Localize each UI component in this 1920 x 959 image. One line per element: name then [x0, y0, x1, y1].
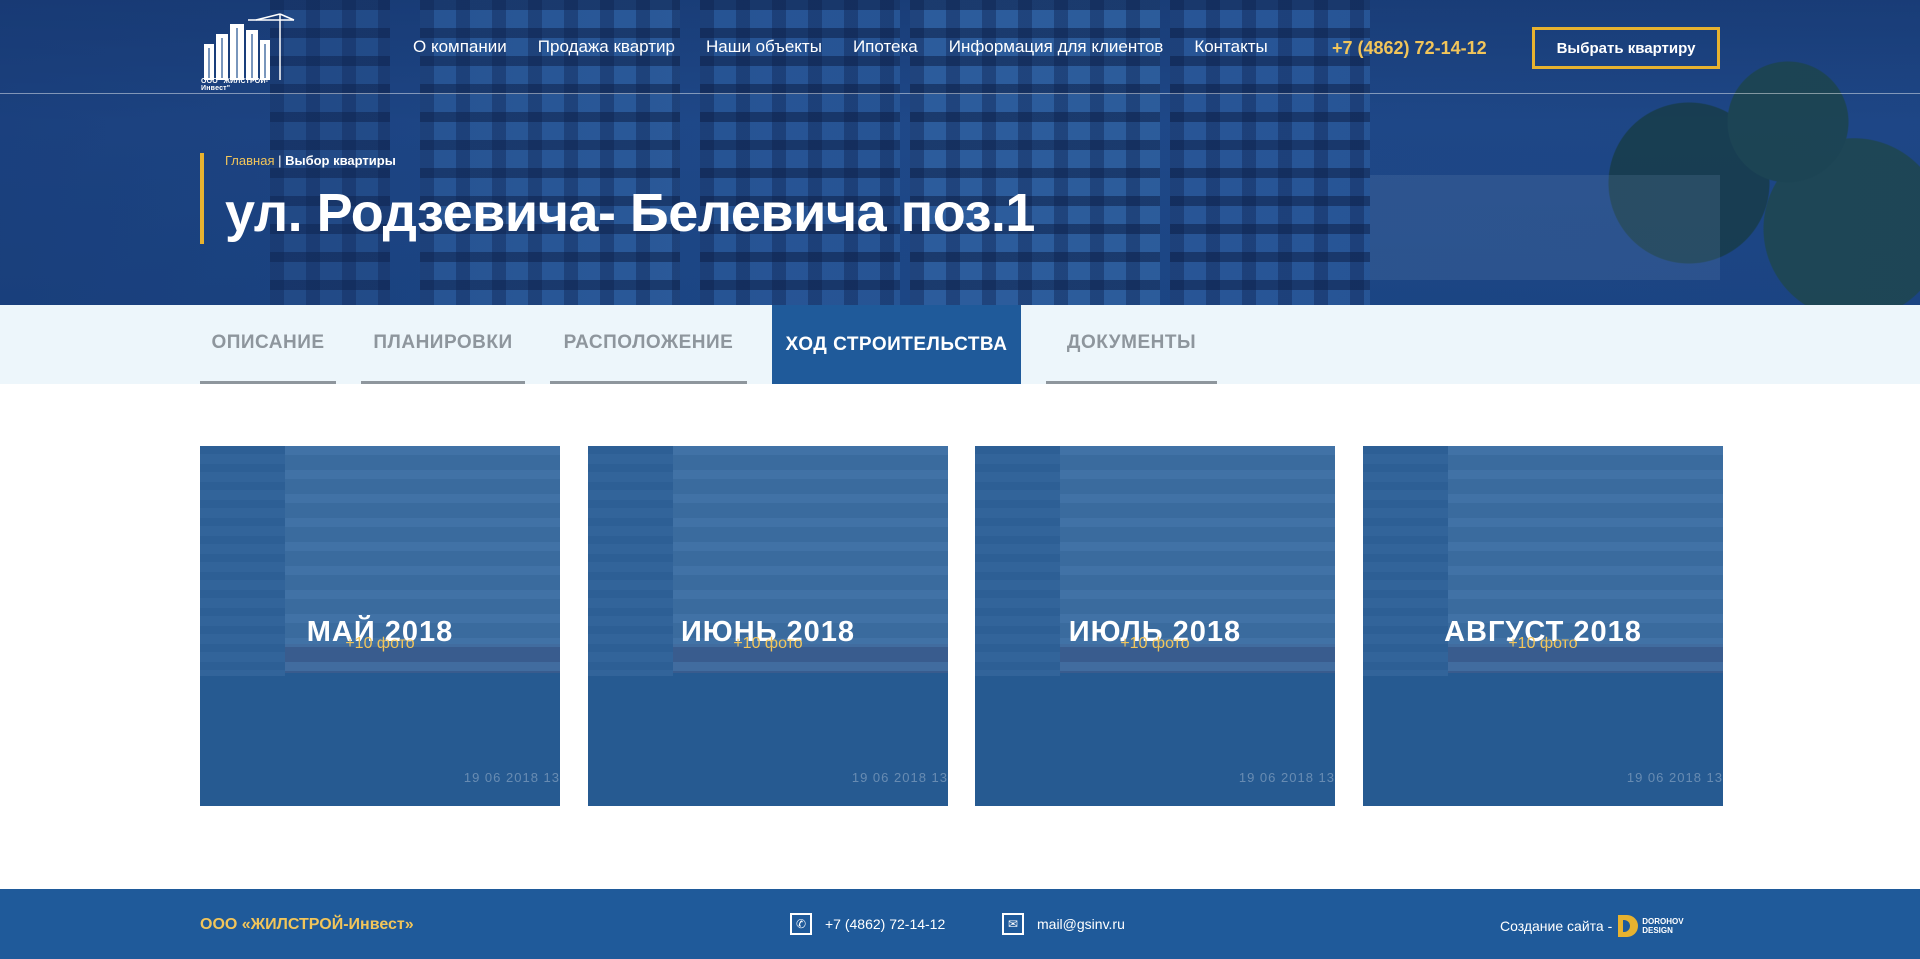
buildings-logo-icon — [204, 13, 295, 80]
site-footer: ООО «ЖИЛСТРОЙ-Инвест» ✆ +7 (4862) 72-14-… — [0, 889, 1920, 959]
gallery-card-photo-count: +10 фото — [345, 635, 415, 652]
breadcrumb-current: Выбор квартиры — [285, 153, 396, 168]
logo-caption: ООО "ЖИЛСТРОЙ-Инвест" — [201, 78, 269, 92]
breadcrumb: Главная | Выбор квартиры — [225, 153, 1035, 168]
tab-layouts[interactable]: ПЛАНИРОВКИ — [361, 305, 525, 384]
page-heading: Главная | Выбор квартиры ул. Родзевича- … — [200, 153, 1035, 244]
gallery-card-photo-count: +10 фото — [1120, 635, 1190, 652]
gallery-card-july[interactable]: ИЮЛЬ 2018 19 06 2018 13 — [975, 446, 1335, 806]
dorohov-logo-icon — [1618, 915, 1639, 937]
nav-item-about[interactable]: О компании — [413, 37, 507, 57]
nav-item-mortgage[interactable]: Ипотека — [853, 37, 918, 57]
site-header: ООО "ЖИЛСТРОЙ-Инвест" О компании Продажа… — [0, 0, 1920, 94]
photo-date-stamp: 19 06 2018 13 — [851, 770, 948, 785]
site-credit[interactable]: Создание сайта - DOROHOV DESIGN — [1500, 915, 1684, 937]
tab-documents[interactable]: ДОКУМЕНТЫ — [1046, 305, 1217, 384]
gallery-card-june[interactable]: ИЮНЬ 2018 19 06 2018 13 — [588, 446, 948, 806]
mail-icon: ✉ — [1002, 913, 1024, 935]
nav-item-contacts[interactable]: Контакты — [1194, 37, 1267, 57]
page-title: ул. Родзевича- Белевича поз.1 — [225, 183, 1035, 243]
photo-date-stamp: 19 06 2018 13 — [463, 770, 560, 785]
gallery-card-photo-count: +10 фото — [1508, 635, 1578, 652]
studio-name-line1: DOROHOV — [1642, 917, 1684, 926]
credit-text: Создание сайта - — [1500, 918, 1613, 934]
photo-date-stamp: 19 06 2018 13 — [1238, 770, 1335, 785]
nav-item-client-info[interactable]: Информация для клиентов — [949, 37, 1164, 57]
footer-company-name: ООО «ЖИЛСТРОЙ-Инвест» — [200, 916, 414, 933]
nav-item-projects[interactable]: Наши объекты — [706, 37, 822, 57]
breadcrumb-home-link[interactable]: Главная — [225, 153, 274, 168]
tab-location[interactable]: РАСПОЛОЖЕНИЕ — [550, 305, 747, 384]
tab-construction-progress[interactable]: ХОД СТРОИТЕЛЬСТВА — [772, 305, 1021, 384]
hero-banner: ООО "ЖИЛСТРОЙ-Инвест" О компании Продажа… — [0, 0, 1920, 305]
gallery-card-may[interactable]: МАЙ 2018 19 06 2018 13 — [200, 446, 560, 806]
footer-email[interactable]: ✉ mail@gsinv.ru — [1002, 913, 1125, 935]
tabs-bar: ОПИСАНИЕ ПЛАНИРОВКИ РАСПОЛОЖЕНИЕ ХОД СТР… — [0, 305, 1920, 384]
header-phone-link[interactable]: +7 (4862) 72-14-12 — [1332, 38, 1487, 59]
phone-icon: ✆ — [790, 913, 812, 935]
main-nav: О компании Продажа квартир Наши объекты … — [413, 37, 1299, 57]
tab-description[interactable]: ОПИСАНИЕ — [200, 305, 336, 384]
nav-item-sales[interactable]: Продажа квартир — [538, 37, 675, 57]
footer-phone[interactable]: ✆ +7 (4862) 72-14-12 — [790, 913, 945, 935]
company-logo[interactable]: ООО "ЖИЛСТРОЙ-Инвест" — [200, 10, 296, 92]
breadcrumb-separator: | — [274, 153, 286, 168]
gallery-card-photo-count: +10 фото — [733, 635, 803, 652]
studio-name-line2: DESIGN — [1642, 926, 1673, 935]
dorohov-design-logo: DOROHOV DESIGN — [1618, 915, 1684, 937]
choose-apartment-button[interactable]: Выбрать квартиру — [1532, 27, 1720, 69]
photo-date-stamp: 19 06 2018 13 — [1626, 770, 1723, 785]
gallery-card-august[interactable]: АВГУСТ 2018 19 06 2018 13 — [1363, 446, 1723, 806]
footer-email-text: mail@gsinv.ru — [1037, 916, 1125, 932]
footer-phone-text: +7 (4862) 72-14-12 — [825, 916, 946, 932]
